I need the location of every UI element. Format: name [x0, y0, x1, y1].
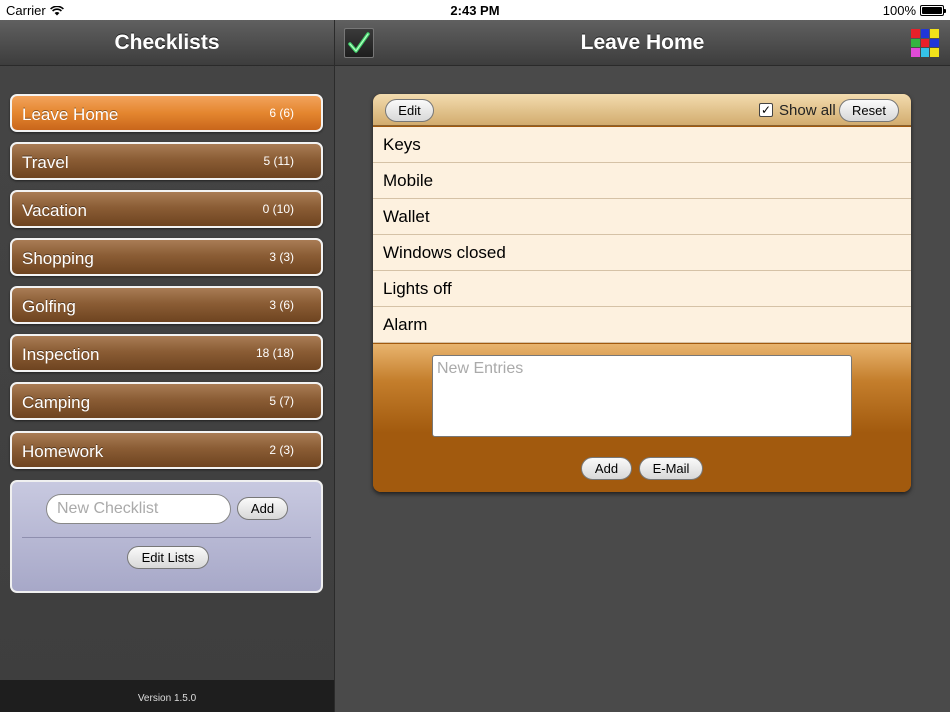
list-travel[interactable]: Travel 5 (11): [10, 142, 323, 180]
list-count: 3 (6): [269, 298, 294, 312]
main-title: Leave Home: [580, 31, 705, 54]
checklist-item[interactable]: Keys: [373, 127, 911, 163]
card-toolbar: Edit ✓ Show all Reset: [373, 94, 911, 126]
grid-cell: [911, 29, 920, 38]
list-name: Inspection: [22, 345, 100, 364]
list-count: 18 (18): [255, 346, 294, 360]
checklist-items: Keys Mobile Wallet Windows closed Lights…: [373, 127, 911, 343]
clock: 2:43 PM: [450, 3, 500, 18]
version-footer: Version 1.5.0: [0, 680, 334, 712]
new-checklist-panel: Add Edit Lists: [10, 480, 323, 593]
edit-lists-button[interactable]: Edit Lists: [127, 546, 209, 569]
color-grid-icon[interactable]: [911, 29, 939, 57]
list-name: Travel: [22, 153, 69, 172]
list-homework[interactable]: Homework 2 (3): [10, 431, 323, 469]
list-name: Leave Home: [22, 105, 119, 124]
list-count: 5 (7): [269, 394, 294, 408]
list-name: Shopping: [22, 249, 94, 268]
grid-cell: [920, 48, 930, 57]
show-all-checkbox[interactable]: ✓: [759, 103, 773, 117]
list-name: Golfing: [22, 297, 76, 316]
checkmark-icon[interactable]: [344, 28, 374, 58]
grid-cell: [911, 38, 920, 48]
new-entries-area: Add E-Mail: [373, 344, 911, 492]
add-checklist-button[interactable]: Add: [237, 497, 288, 520]
battery-info: 100%: [882, 3, 946, 18]
list-count: 3 (3): [269, 250, 294, 264]
new-checklist-input[interactable]: [46, 494, 231, 524]
battery-percent: 100%: [882, 3, 916, 18]
grid-cell: [930, 38, 939, 48]
list-vacation[interactable]: Vacation 0 (10): [10, 190, 323, 228]
checklist-item[interactable]: Mobile: [373, 163, 911, 199]
grid-cell: [930, 48, 939, 57]
status-bar: Carrier 2:43 PM 100%: [0, 0, 950, 20]
checklist-item[interactable]: Alarm: [373, 307, 911, 343]
list-count: 2 (3): [269, 443, 294, 457]
list-name: Camping: [22, 393, 91, 412]
edit-button[interactable]: Edit: [385, 99, 434, 122]
list-camping[interactable]: Camping 5 (7): [10, 382, 323, 420]
sidebar-nav-bar: Checklists: [0, 20, 334, 66]
grid-cell: [911, 48, 920, 57]
list-leave-home[interactable]: Leave Home 6 (6): [10, 94, 323, 132]
list-count: 0 (10): [262, 202, 294, 216]
email-button[interactable]: E-Mail: [639, 457, 703, 480]
list-inspection[interactable]: Inspection 18 (18): [10, 334, 323, 372]
grid-cell: [920, 38, 930, 48]
checklist-item[interactable]: Windows closed: [373, 235, 911, 271]
new-entries-input[interactable]: [432, 355, 852, 437]
list-name: Vacation: [22, 201, 87, 220]
list-count: 5 (11): [263, 154, 294, 168]
list-name: Homework: [22, 442, 104, 461]
battery-icon: [920, 5, 946, 16]
grid-cell: [930, 29, 939, 38]
grid-cell: [920, 29, 930, 38]
split-divider: [334, 20, 335, 712]
main-nav-bar: Leave Home: [335, 20, 950, 66]
checklist-item[interactable]: Lights off: [373, 271, 911, 307]
list-shopping[interactable]: Shopping 3 (3): [10, 238, 323, 276]
sidebar-title: Checklists: [114, 31, 220, 54]
list-count: 6 (6): [269, 106, 294, 120]
list-golfing[interactable]: Golfing 3 (6): [10, 286, 323, 324]
checklist-item[interactable]: Wallet: [373, 199, 911, 235]
checklist-card: Edit ✓ Show all Reset Keys Mobile Wallet…: [373, 94, 911, 492]
panel-divider: [22, 537, 311, 538]
reset-button[interactable]: Reset: [839, 99, 899, 122]
show-all-label: Show all: [779, 102, 836, 119]
add-entries-button[interactable]: Add: [581, 457, 632, 480]
